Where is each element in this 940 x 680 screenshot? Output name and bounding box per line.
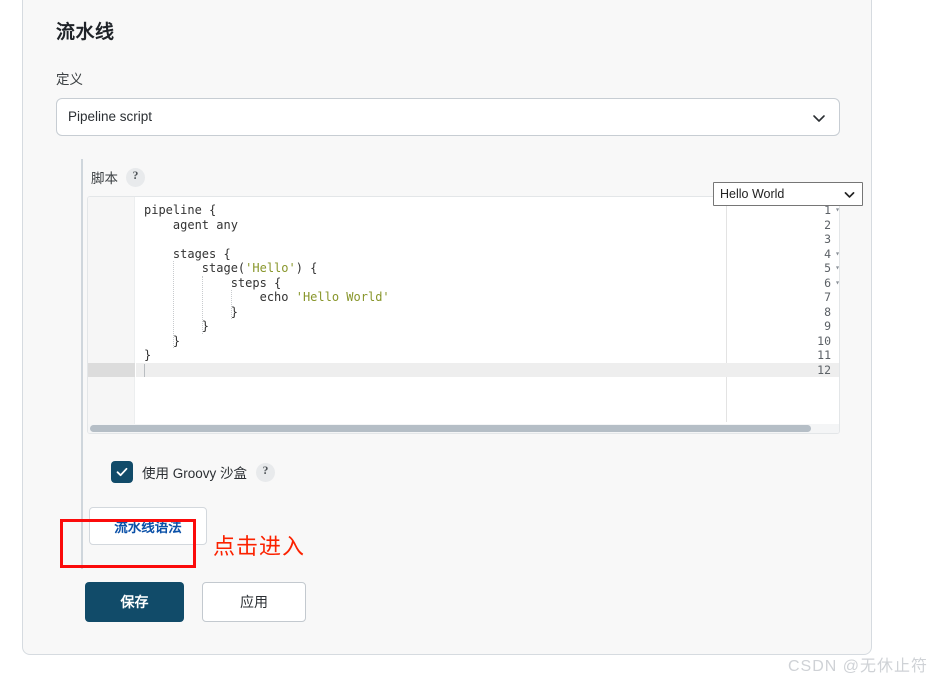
editor-code-line: steps { <box>144 275 282 290</box>
groovy-sandbox-row: 使用 Groovy 沙盒 ? <box>111 461 276 483</box>
help-icon-sandbox[interactable]: ? <box>256 462 276 482</box>
save-button[interactable]: 保存 <box>85 582 184 622</box>
chevron-down-icon <box>843 188 856 201</box>
pipeline-config-card: 流水线 定义 Pipeline script 脚本 ? 1 ▾ pipeline… <box>22 0 872 655</box>
sample-script-select[interactable]: Hello World <box>713 182 863 206</box>
editor-line-number: 7 <box>824 290 831 304</box>
editor-cursor <box>144 363 145 377</box>
editor-line-number: 2 <box>824 217 831 232</box>
editor-code-line: } <box>144 304 238 319</box>
editor-print-margin <box>726 197 727 422</box>
section-indent-rule <box>81 159 83 569</box>
editor-active-line <box>136 362 839 377</box>
screenshot-root: 流水线 定义 Pipeline script 脚本 ? 1 ▾ pipeline… <box>0 0 940 680</box>
editor-line-number: 4 ▾ <box>824 246 840 261</box>
definition-select-value: Pipeline script <box>68 109 153 124</box>
apply-button[interactable]: 应用 <box>202 582 306 622</box>
editor-line-number: 10 <box>817 333 831 348</box>
editor-hscrollbar[interactable] <box>88 424 839 433</box>
annotation-note: 点击进入 <box>213 534 306 559</box>
script-code-editor[interactable]: 1 ▾ pipeline {2 agent any 3 4 ▾ stages {5 ▾ st… <box>87 196 840 434</box>
editor-line-number: 5 ▾ <box>824 261 840 275</box>
editor-line-number: 8 <box>824 304 831 319</box>
chevron-down-icon[interactable]: ▾ <box>835 261 839 276</box>
pipeline-syntax-button[interactable]: 流水线语法 <box>89 507 207 545</box>
editor-code-line: } <box>144 333 181 348</box>
sample-script-value: Hello World <box>720 187 785 201</box>
chevron-down-icon[interactable]: ▾ <box>835 247 839 262</box>
editor-line-number: 11 <box>817 348 831 362</box>
groovy-sandbox-checkbox[interactable] <box>111 461 133 483</box>
script-label: 脚本 <box>91 171 118 186</box>
editor-line-number: 6 ▾ <box>824 275 840 290</box>
editor-line-number: 3 <box>824 232 831 246</box>
script-label-row: 脚本 ? <box>91 167 145 187</box>
editor-code-area <box>136 197 839 433</box>
editor-hscrollbar-thumb[interactable] <box>90 425 811 432</box>
editor-code-line: stages { <box>144 246 231 261</box>
page-title: 流水线 <box>56 22 115 43</box>
help-icon-script[interactable]: ? <box>126 167 145 187</box>
editor-code-line: agent any <box>144 217 238 232</box>
definition-select[interactable]: Pipeline script <box>56 98 840 136</box>
pipeline-syntax-button-label: 流水线语法 <box>114 520 182 535</box>
editor-active-line-gutter <box>88 362 135 377</box>
editor-code-line: } <box>144 348 152 362</box>
editor-line-number: 9 <box>824 319 831 333</box>
check-icon <box>116 467 128 477</box>
definition-label: 定义 <box>56 72 83 87</box>
groovy-sandbox-label: 使用 Groovy 沙盒 <box>142 466 248 481</box>
editor-code-line: echo 'Hello World' <box>144 290 390 304</box>
editor-code-line: stage('Hello') { <box>144 261 318 275</box>
chevron-down-icon[interactable]: ▾ <box>835 276 839 291</box>
watermark: CSDN @无休止符 <box>787 658 928 675</box>
editor-code-line: pipeline { <box>144 203 217 217</box>
editor-line-number: 12 <box>817 362 831 377</box>
editor-gutter <box>88 197 135 433</box>
chevron-down-icon <box>811 110 827 126</box>
editor-code-line: } <box>144 319 210 333</box>
